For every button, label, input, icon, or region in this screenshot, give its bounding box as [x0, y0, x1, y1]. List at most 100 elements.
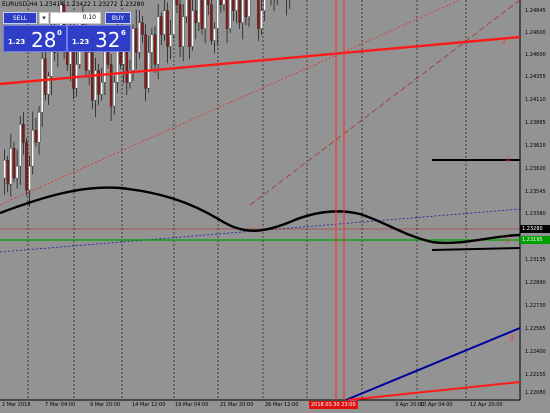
- candle-body: [200, 0, 204, 29]
- candle-body: [100, 82, 103, 95]
- candle-body: [185, 0, 188, 17]
- candle-body: [138, 22, 141, 53]
- candle-body: [260, 10, 263, 29]
- price-label: 1.23545: [525, 189, 546, 195]
- lot-dropdown-chevron-icon[interactable]: ▾: [39, 12, 49, 24]
- sell-price-box[interactable]: 1.23 28 0: [3, 25, 67, 52]
- candle-body: [197, 0, 201, 23]
- price-label: 1.23620: [525, 143, 546, 149]
- sell-button[interactable]: SELL: [3, 12, 37, 24]
- price-label: 1.23380: [525, 211, 546, 217]
- price-label: 1.23620: [525, 166, 546, 172]
- candle-body: [153, 34, 157, 65]
- time-label: 2 Mar 2018: [2, 402, 31, 408]
- time-label: 10 Apr 04:00: [420, 402, 453, 408]
- price-label: 1.22730: [525, 303, 546, 309]
- sell-price-prefix: 1.23: [8, 38, 26, 46]
- price-label: 1.24600: [525, 30, 546, 36]
- buy-price-box[interactable]: 1.23 32 6: [67, 25, 131, 52]
- candle-body: [163, 10, 166, 35]
- price-chart[interactable]: [0, 0, 550, 413]
- candle-body: [207, 0, 210, 5]
- buy-price-prefix: 1.23: [72, 38, 90, 46]
- candle-body: [213, 28, 216, 41]
- price-label: 1.24600: [525, 52, 546, 58]
- candle-body: [144, 34, 147, 89]
- candle-body: [244, 0, 248, 17]
- current-bid-badge: 1.23280: [520, 225, 550, 233]
- price-label: 1.22400: [525, 349, 546, 355]
- candle-body: [241, 0, 245, 23]
- candle-body: [257, 0, 260, 29]
- price-label: 1.24355: [525, 74, 546, 80]
- candle-body: [9, 148, 13, 185]
- time-label: 7 Mar 04:00: [45, 402, 76, 408]
- price-label: 1.22080: [525, 390, 546, 396]
- candle-body: [216, 0, 219, 29]
- crosshair-time-badge: 2018.03.30 23:00: [309, 401, 358, 409]
- time-label: 21 Mar 20:00: [220, 402, 254, 408]
- candle-body: [194, 10, 197, 23]
- alert-arrow-icon[interactable]: ⇧: [500, 38, 508, 47]
- candle-body: [225, 0, 229, 29]
- price-label: 1.24845: [525, 8, 546, 14]
- candle-body: [263, 0, 266, 11]
- candle-body: [15, 165, 19, 179]
- candle-body: [6, 159, 9, 185]
- price-label: 1.22155: [525, 372, 546, 378]
- candle-body: [25, 142, 28, 191]
- candle-body: [131, 28, 135, 71]
- price-label: 1.24110: [525, 97, 546, 103]
- time-label: 19 Mar 04:00: [175, 402, 209, 408]
- candle-body: [18, 124, 22, 167]
- candle-body: [210, 4, 213, 41]
- candle-body: [134, 28, 138, 53]
- one-click-trading-panel: SELL ▾ 0.10 BUY 1.23 28 0 1.23 32 6: [3, 12, 131, 52]
- buy-price-big: 32: [95, 28, 121, 52]
- candle-body: [87, 52, 91, 71]
- candle-body: [160, 16, 163, 35]
- alert-arrow-icon[interactable]: ⇩: [508, 335, 516, 344]
- time-label: 9 Mar 20:00: [90, 402, 121, 408]
- candle-body: [150, 34, 154, 53]
- candle-body: [166, 10, 169, 47]
- lot-size-input[interactable]: 0.10: [50, 12, 101, 24]
- candle-body: [113, 82, 116, 107]
- candle-body: [28, 165, 31, 191]
- price-label: 1.23865: [525, 120, 546, 126]
- candle-body: [203, 0, 207, 29]
- candle-body: [141, 22, 144, 35]
- candle-body: [169, 34, 172, 47]
- candle-body: [181, 16, 185, 47]
- candle-body: [44, 58, 47, 95]
- candle-body: [31, 130, 35, 167]
- green-level-badge: 1.23195: [520, 236, 550, 244]
- candle-body: [156, 16, 160, 65]
- candle-body: [22, 124, 25, 143]
- sell-price-big: 28: [31, 28, 57, 52]
- candle-body: [247, 0, 251, 17]
- candle-body: [235, 0, 238, 11]
- alert-arrow-icon[interactable]: ⇩: [504, 156, 512, 165]
- alert-arrow-icon[interactable]: ⇩: [504, 237, 512, 246]
- candle-body: [109, 64, 113, 107]
- candle-body: [175, 0, 179, 5]
- price-label: 1.22565: [525, 326, 546, 332]
- price-label: 1.22890: [525, 280, 546, 286]
- candle-body: [3, 159, 6, 179]
- candle-body: [188, 0, 191, 47]
- price-label: 1.23135: [525, 257, 546, 263]
- candle-body: [219, 0, 223, 5]
- time-label: 14 Mar 12:00: [132, 402, 166, 408]
- candle-body: [222, 0, 226, 5]
- candle-body: [34, 130, 38, 143]
- candle-body: [172, 0, 176, 35]
- candle-body: [40, 58, 44, 113]
- time-label: 26 Mar 12:00: [265, 402, 299, 408]
- chart-title: EURUSD,H4 1.23414 1.23422 1.23272 1.2328…: [2, 1, 145, 8]
- time-label: 12 Apr 20:00: [470, 402, 503, 408]
- chart-background: [0, 0, 550, 413]
- candle-body: [238, 0, 241, 23]
- buy-button[interactable]: BUY: [105, 12, 131, 24]
- buy-price-sup: 6: [121, 29, 126, 37]
